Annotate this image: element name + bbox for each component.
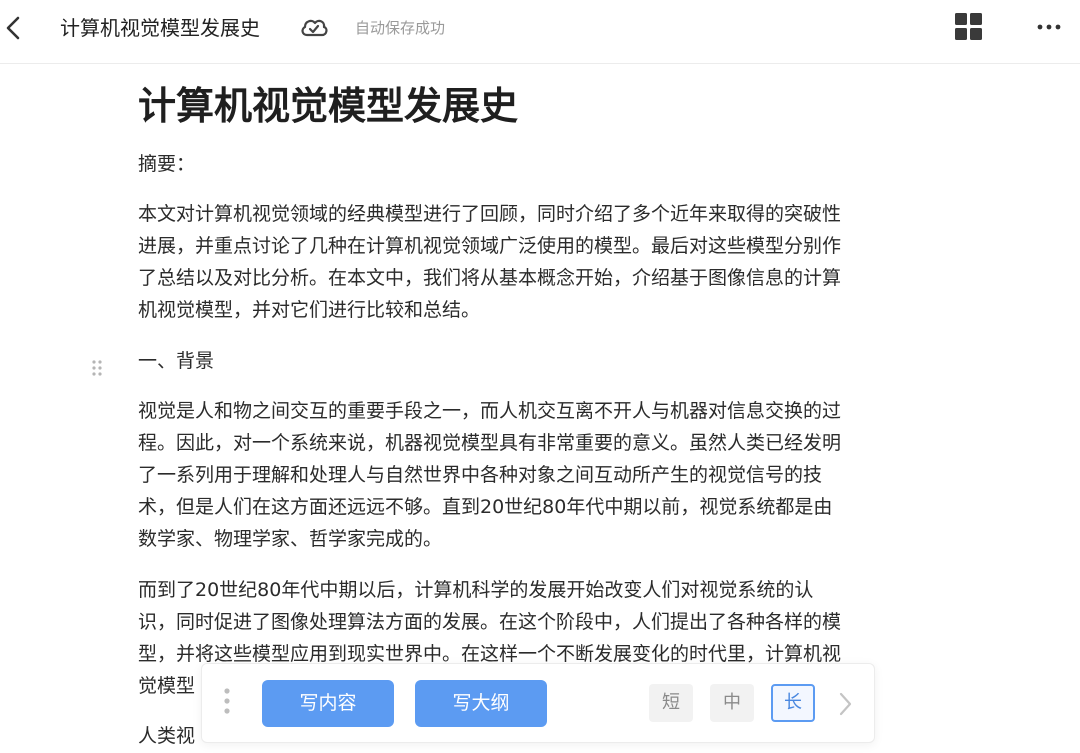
ai-writing-toolbar: 写内容 写大纲 短 中 长 <box>201 663 875 743</box>
write-content-button[interactable]: 写内容 <box>262 680 394 727</box>
length-long-option[interactable]: 长 <box>771 684 815 722</box>
text-line: 视觉是人和物之间交互的重要手段之一，而人机交互离不开人与机器对信息交换的过 <box>138 400 842 422</box>
length-short-option[interactable]: 短 <box>649 684 693 722</box>
cloud-sync-button[interactable] <box>299 14 329 42</box>
write-outline-button[interactable]: 写大纲 <box>415 680 547 727</box>
drag-dots-icon <box>224 688 230 714</box>
more-icon <box>1037 24 1061 30</box>
block-drag-handle[interactable] <box>89 358 105 378</box>
drag-handle-icon <box>92 360 102 376</box>
text-line: 术，但是人们在这方面还远远不够。直到20世纪80年代中期以前，视觉系统都是由 <box>138 496 833 518</box>
chevron-right-icon <box>839 692 852 716</box>
cloud-sync-icon <box>301 19 328 37</box>
abstract-paragraph[interactable]: 本文对计算机视觉领域的经典模型进行了回顾，同时介绍了多个近年来取得的突破性 进展… <box>138 198 841 326</box>
back-arrow-icon <box>6 16 20 40</box>
text-line: 了总结以及对比分析。在本文中，我们将从基本概念开始，介绍基于图像信息的计算 <box>138 267 842 289</box>
abstract-label[interactable]: 摘要： <box>138 148 195 180</box>
text-line: 本文对计算机视觉领域的经典模型进行了回顾，同时介绍了多个近年来取得的突破性 <box>138 203 842 225</box>
next-button[interactable] <box>834 688 856 720</box>
toolbar-drag-handle[interactable] <box>222 686 232 716</box>
text-line: 识，同时促进了图像处理算法方面的发展。在这个阶段中，人们提出了各种各样的模 <box>138 611 842 633</box>
back-button[interactable] <box>0 8 30 48</box>
text-line: 机视觉模型，并对它们进行比较和总结。 <box>138 299 481 321</box>
grid-view-button[interactable] <box>955 13 983 41</box>
length-medium-option[interactable]: 中 <box>710 684 754 722</box>
document-title[interactable]: 计算机视觉模型发展史 <box>60 14 260 42</box>
grid-view-icon <box>955 13 982 40</box>
text-line: 数学家、物理学家、哲学家完成的。 <box>138 528 443 550</box>
background-paragraph-1[interactable]: 视觉是人和物之间交互的重要手段之一，而人机交互离不开人与机器对信息交换的过 程。… <box>138 395 841 555</box>
background-paragraph-3[interactable]: 人类视 <box>138 720 195 752</box>
text-line: 而到了20世纪80年代中期以后，计算机科学的发展开始改变人们对视觉系统的认 <box>138 579 814 601</box>
more-button[interactable] <box>1036 16 1062 38</box>
text-line: 了一系列用于理解和处理人与自然世界中各种对象之间互动所产生的视觉信号的技 <box>138 464 823 486</box>
save-status-text: 自动保存成功 <box>355 19 446 37</box>
text-line: 程。因此，对一个系统来说，机器视觉模型具有非常重要的意义。虽然人类已经发明 <box>138 432 842 454</box>
document-heading[interactable]: 计算机视觉模型发展史 <box>138 82 518 130</box>
section-heading[interactable]: 一、背景 <box>138 345 214 377</box>
text-line: 进展，并重点讨论了几种在计算机视觉领域广泛使用的模型。最后对这些模型分别作 <box>138 235 842 257</box>
top-bar: 计算机视觉模型发展史 自动保存成功 <box>0 0 1080 64</box>
